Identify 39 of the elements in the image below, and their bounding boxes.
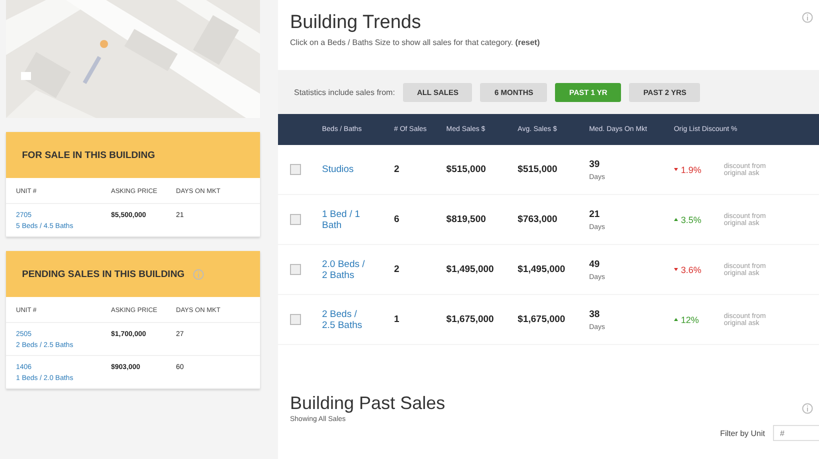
- section-title: Building Trends: [290, 12, 422, 34]
- average-price: $515,000: [514, 145, 586, 194]
- info-icon[interactable]: [192, 268, 204, 280]
- days-value: 39: [589, 158, 601, 170]
- sales-count: 2: [390, 244, 442, 294]
- sales-count: 1: [390, 294, 442, 344]
- beds-baths-link[interactable]: 2.0 Beds / 2 Baths: [322, 258, 370, 280]
- info-icon[interactable]: [802, 402, 813, 414]
- checkbox[interactable]: [290, 164, 301, 175]
- median-price: $819,500: [442, 194, 514, 244]
- discount-value: 3.6%: [680, 264, 702, 274]
- filter-label: Filter by Unit: [720, 428, 765, 438]
- average-price: $1,495,000: [514, 244, 586, 294]
- sales-count: 2: [390, 145, 442, 194]
- days-value: 38: [589, 308, 601, 320]
- discount-value: 3.5%: [680, 214, 702, 224]
- info-icon[interactable]: [802, 12, 813, 23]
- section-subtitle: Click on a Beds / Baths Size to show all sales for that category. (reset): [290, 38, 540, 47]
- card-title: PENDING SALES IN THIS BUILDING: [22, 268, 185, 280]
- beds-baths-link[interactable]: 2 Beds / 2.5 Baths: [322, 308, 370, 330]
- days-value: 21: [589, 208, 601, 220]
- beds-baths-link[interactable]: 1 Bed / 1 Bath: [322, 208, 370, 230]
- discount-value: 12%: [680, 314, 699, 324]
- sales-count: 6: [390, 194, 442, 244]
- average-price: $1,675,000: [514, 294, 586, 344]
- section-title: Building Past Sales: [290, 393, 446, 414]
- filter-label: Statistics include sales from:: [294, 88, 395, 96]
- median-price: $1,495,000: [442, 244, 514, 294]
- days-value: 49: [589, 258, 601, 270]
- average-price: $763,000: [514, 194, 586, 244]
- beds-baths-link[interactable]: Studios: [322, 164, 370, 175]
- unit-filter-field[interactable]: #: [773, 425, 819, 441]
- card-title: FOR SALE IN THIS BUILDING: [22, 150, 155, 160]
- median-price: $1,675,000: [442, 294, 514, 344]
- checkbox[interactable]: [290, 214, 301, 225]
- discount-value: 1.9%: [680, 164, 702, 174]
- checkbox[interactable]: [290, 264, 301, 275]
- checkbox[interactable]: [290, 314, 301, 325]
- median-price: $515,000: [442, 145, 514, 194]
